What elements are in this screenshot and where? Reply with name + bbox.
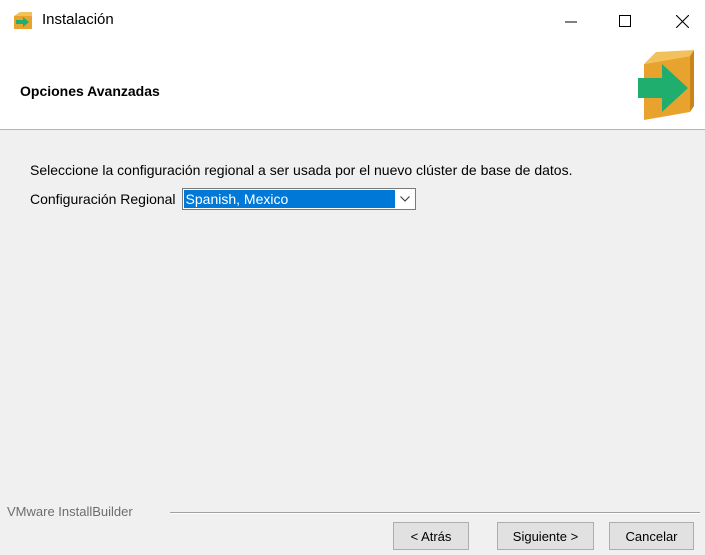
- installer-box-icon: [14, 12, 32, 29]
- next-button[interactable]: Siguiente >: [497, 522, 594, 550]
- footer-divider-highlight: [170, 513, 700, 514]
- locale-row: Configuración Regional Spanish, Mexico: [30, 188, 416, 210]
- minimize-button[interactable]: [548, 6, 594, 36]
- locale-label: Configuración Regional: [30, 191, 176, 207]
- close-button[interactable]: [659, 6, 705, 36]
- content-panel: Seleccione la configuración regional a s…: [0, 131, 705, 501]
- page-header: Opciones Avanzadas: [0, 40, 705, 130]
- minimize-icon: [565, 21, 577, 23]
- back-button[interactable]: < Atrás: [393, 522, 469, 550]
- installer-window: Instalación Opciones Avanzadas Seleccion…: [0, 0, 705, 555]
- description-text: Seleccione la configuración regional a s…: [30, 162, 573, 178]
- close-icon: [675, 14, 689, 28]
- title-bar[interactable]: Instalación: [0, 0, 705, 40]
- locale-select[interactable]: Spanish, Mexico: [181, 188, 416, 210]
- cancel-button[interactable]: Cancelar: [609, 522, 694, 550]
- maximize-button[interactable]: [602, 6, 648, 36]
- locale-selected-value: Spanish, Mexico: [183, 190, 395, 208]
- window-title: Instalación: [42, 11, 114, 28]
- maximize-icon: [619, 15, 631, 27]
- chevron-down-icon[interactable]: [396, 190, 414, 208]
- installbuilder-brand: VMware InstallBuilder: [7, 504, 133, 519]
- page-title: Opciones Avanzadas: [20, 83, 160, 99]
- installer-box-arrow-icon: [638, 50, 694, 120]
